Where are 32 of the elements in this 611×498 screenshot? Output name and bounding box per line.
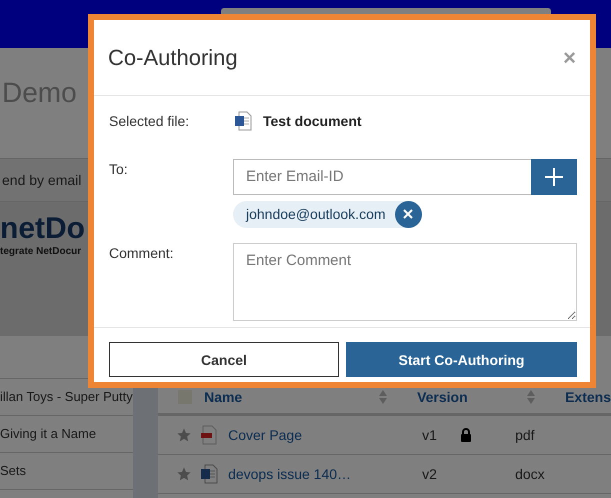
file-name-link[interactable]: devops issue 140… bbox=[228, 466, 422, 482]
word-file-icon bbox=[233, 111, 253, 131]
logo-title: netDo bbox=[0, 211, 85, 246]
version-text: v1 bbox=[422, 427, 438, 443]
recipient-chip: johndoe@outlook.com bbox=[233, 200, 422, 228]
file-name-link[interactable]: Cover Page bbox=[228, 427, 422, 443]
column-header[interactable]: Extens bbox=[565, 389, 611, 405]
field-label: Selected file: bbox=[109, 112, 190, 131]
send-email-link[interactable]: end by email bbox=[2, 172, 82, 188]
field-label: To: bbox=[109, 160, 129, 179]
add-button[interactable] bbox=[531, 158, 577, 195]
remove-button[interactable] bbox=[394, 200, 422, 228]
email-input[interactable]: Enter Email-ID bbox=[233, 158, 531, 195]
column-header[interactable]: Name bbox=[204, 389, 380, 405]
sort-icon[interactable] bbox=[379, 390, 388, 404]
close-icon bbox=[403, 209, 414, 220]
dialog-title: Co-Authoring bbox=[108, 44, 238, 70]
start-co-authoring-button[interactable]: Start Co-Authoring bbox=[346, 342, 577, 377]
star-icon[interactable] bbox=[176, 466, 192, 482]
field-label: Comment: bbox=[109, 244, 175, 264]
column-header[interactable]: Version bbox=[417, 389, 528, 405]
comment-input[interactable]: Enter Comment bbox=[233, 243, 577, 322]
logo-tagline: tegrate NetDocur bbox=[0, 246, 82, 257]
extension-text: pdf bbox=[515, 427, 535, 443]
cancel-button[interactable]: Cancel bbox=[109, 342, 339, 377]
star-icon[interactable] bbox=[176, 427, 192, 443]
plus-icon bbox=[545, 168, 563, 186]
version-text: v2 bbox=[422, 466, 438, 482]
extension-text: docx bbox=[515, 466, 545, 482]
sort-icon[interactable] bbox=[527, 390, 536, 404]
close-button[interactable]: × bbox=[563, 44, 576, 70]
selected-file-name: Test document bbox=[263, 113, 362, 129]
